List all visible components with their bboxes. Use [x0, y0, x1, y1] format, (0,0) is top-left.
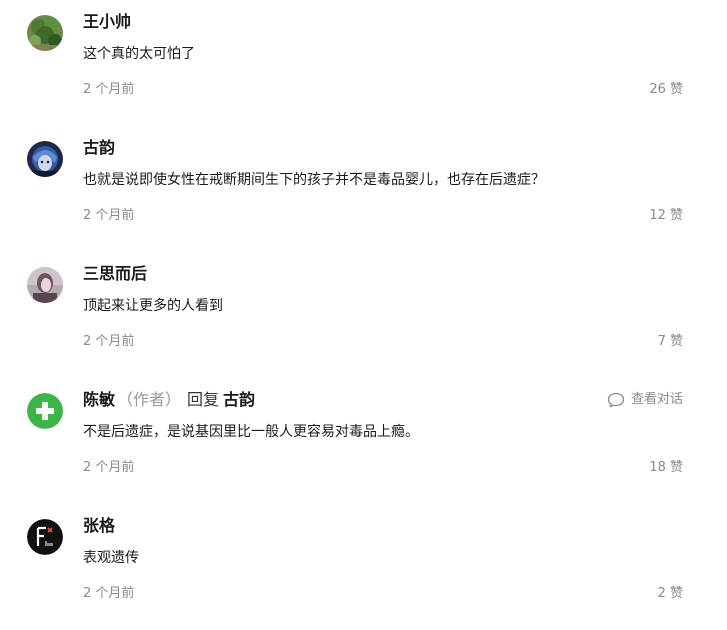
comment-header: 陈敏 （作者） 回复 古韵 [83, 389, 255, 411]
author-name[interactable]: 三思而后 [83, 264, 147, 283]
comment-item: 古韵 也就是说即使女性在戒断期间生下的孩子并不是毒品婴儿，也存在后遗症？ 2 个… [0, 126, 727, 252]
comment-header: 三思而后 [83, 263, 147, 285]
author-name[interactable]: 王小帅 [83, 12, 131, 31]
like-count[interactable]: 7 赞 [658, 332, 683, 352]
comment-content: 也就是说即使女性在戒断期间生下的孩子并不是毒品婴儿，也存在后遗症？ [83, 172, 545, 188]
comment-time: 2 个月前 [83, 460, 135, 475]
comment-item: 王小帅 这个真的太可怕了 2 个月前 26 赞 [0, 0, 727, 126]
comment-content: 这个真的太可怕了 [83, 46, 195, 62]
reply-label: 回复 [187, 390, 220, 409]
author-name[interactable]: 张格 [83, 516, 115, 535]
comment-header: 张格 [83, 515, 115, 537]
reply-target-name[interactable]: 古韵 [223, 390, 255, 409]
portrait-photo-avatar-icon [27, 267, 63, 303]
avatar[interactable] [27, 15, 63, 51]
view-conversation-label: 查看对话 [630, 392, 683, 407]
avatar[interactable] [27, 393, 63, 429]
view-conversation-button[interactable]: 查看对话 [607, 390, 683, 410]
like-count[interactable]: 2 赞 [658, 584, 683, 604]
comment-header: 王小帅 [83, 11, 131, 33]
avatar[interactable] [27, 519, 63, 555]
author-tag: （作者） [117, 390, 182, 409]
comment-item: 三思而后 顶起来让更多的人看到 2 个月前 7 赞 [0, 252, 727, 378]
comment-item: 张格 表观遗传 2 个月前 2 赞 [0, 504, 727, 630]
speech-bubble-icon [607, 392, 625, 408]
comment-time: 2 个月前 [83, 208, 135, 223]
plant-photo-avatar-icon [27, 15, 63, 51]
comment-item: 陈敏 （作者） 回复 古韵 查看对话 不是后遗症，是说基因里比一般人更容易对毒品上瘾。… [0, 378, 727, 504]
comment-content: 表观遗传 [83, 550, 139, 566]
like-count[interactable]: 18 赞 [649, 458, 683, 478]
comment-content: 顶起来让更多的人看到 [83, 298, 223, 314]
comment-time: 2 个月前 [83, 334, 135, 349]
green-plus-logo-avatar-icon [27, 393, 63, 429]
comment-time: 2 个月前 [83, 586, 135, 601]
like-count[interactable]: 26 赞 [649, 80, 683, 100]
avatar[interactable] [27, 141, 63, 177]
comment-content: 不是后遗症，是说基因里比一般人更容易对毒品上瘾。 [83, 424, 419, 440]
film-logo-avatar-icon [27, 519, 63, 555]
like-count[interactable]: 12 赞 [649, 206, 683, 226]
author-name[interactable]: 陈敏 [83, 390, 115, 409]
anime-character-avatar-icon [27, 141, 63, 177]
avatar[interactable] [27, 267, 63, 303]
comment-header: 古韵 [83, 137, 115, 159]
author-name[interactable]: 古韵 [83, 138, 115, 157]
comment-time: 2 个月前 [83, 82, 135, 97]
